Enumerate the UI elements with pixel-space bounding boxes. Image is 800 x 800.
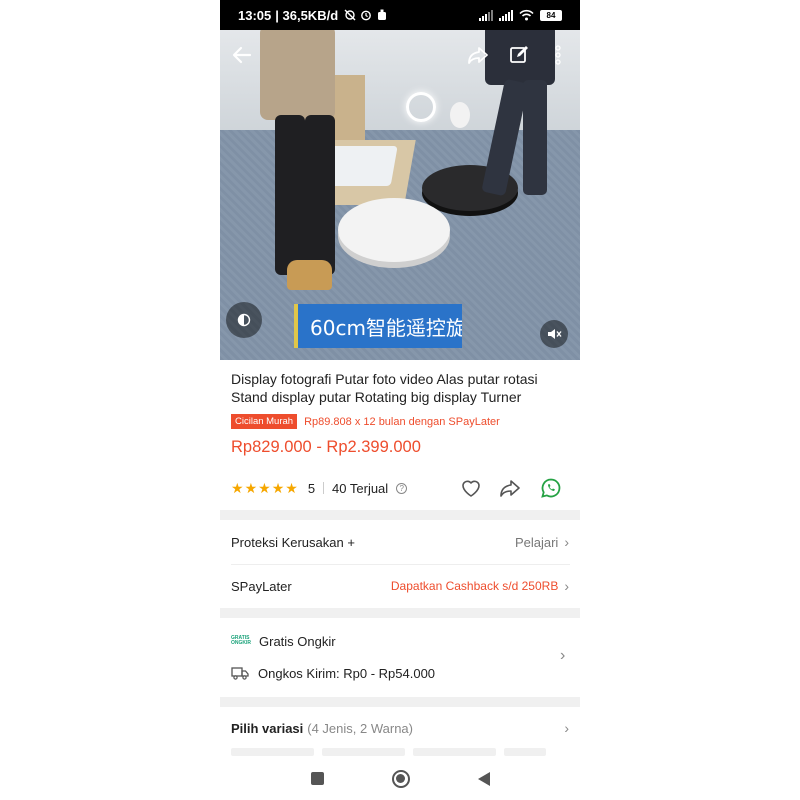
help-icon[interactable]: ? <box>396 482 408 494</box>
battery-icon: 84 <box>540 9 562 21</box>
spaylater-label: SPayLater <box>231 578 292 594</box>
free-shipping-label: Gratis Ongkir <box>259 633 336 649</box>
system-navigation-bar <box>220 757 580 800</box>
installment-promo[interactable]: Cicilan Murah Rp89.808 x 12 bulan dengan… <box>231 414 500 429</box>
signal-icon-2 <box>499 9 513 21</box>
chevron-right-icon: › <box>564 578 569 594</box>
edit-icon <box>510 46 528 63</box>
mute-button[interactable] <box>540 320 568 348</box>
more-button[interactable] <box>543 40 573 70</box>
section-gap <box>220 510 580 520</box>
variant-chips <box>231 748 546 756</box>
video-caption: 60cm智能遥控旋 <box>294 304 462 348</box>
protection-row[interactable]: Proteksi Kerusakan + Pelajari › <box>220 520 580 564</box>
chevron-right-icon[interactable]: › <box>560 647 565 665</box>
recent-apps-button[interactable] <box>310 772 324 785</box>
picture-in-picture-button[interactable] <box>226 302 262 338</box>
free-shipping-row[interactable]: GRATIS ONGKIR Gratis Ongkir <box>220 627 580 655</box>
spaylater-row[interactable]: SPayLater Dapatkan Cashback s/d 250RB › <box>220 565 580 607</box>
truck-icon <box>231 667 249 680</box>
app-notification-icon <box>378 9 387 20</box>
status-bar: 13:05 | 36,5KB/d 84 <box>220 0 580 30</box>
protection-label: Proteksi Kerusakan + <box>231 534 355 550</box>
rating-row: ★ ★ ★ ★ ★ 5 40 Terjual ? <box>231 476 571 500</box>
edit-button[interactable] <box>504 40 534 70</box>
arrow-left-icon <box>232 46 252 64</box>
product-price: Rp829.000 - Rp2.399.000 <box>231 438 421 456</box>
variant-detail: (4 Jenis, 2 Warna) <box>307 720 413 736</box>
video-lamp <box>450 102 470 128</box>
section-gap <box>220 697 580 707</box>
variant-row[interactable]: Pilih variasi (4 Jenis, 2 Warna) › <box>220 712 580 744</box>
section-gap <box>220 608 580 618</box>
variant-chip[interactable] <box>504 748 546 756</box>
network-speed: | 36,5KB/d <box>275 7 339 23</box>
status-time: 13:05 <box>238 7 272 23</box>
share-icon <box>468 47 488 64</box>
variant-label: Pilih variasi <box>231 720 304 736</box>
video-white-turntable <box>338 198 450 262</box>
share-product-button[interactable] <box>497 476 523 500</box>
video-ring-light <box>406 92 436 122</box>
home-button[interactable] <box>391 769 410 788</box>
back-button[interactable] <box>227 40 257 70</box>
share-button[interactable] <box>463 40 493 70</box>
spaylater-action[interactable]: Dapatkan Cashback s/d 250RB › <box>391 578 569 594</box>
variant-chip[interactable] <box>413 748 496 756</box>
sold-count: 40 Terjual <box>332 480 389 496</box>
chevron-right-icon: › <box>564 534 569 550</box>
video-person-left <box>255 30 340 325</box>
spaylater-cashback-label: Dapatkan Cashback s/d 250RB <box>390 579 559 593</box>
signal-icon <box>479 9 493 21</box>
promo-text: Rp89.808 x 12 bulan dengan SPayLater <box>304 415 500 428</box>
star-icon: ★ <box>231 479 244 496</box>
wifi-icon <box>519 9 534 21</box>
heart-icon <box>462 480 480 497</box>
back-nav-button[interactable] <box>477 771 490 786</box>
divider <box>323 482 325 494</box>
protection-action-label: Pelajari <box>514 534 559 550</box>
more-vertical-icon <box>555 45 561 65</box>
star-icon: ★ <box>285 479 298 496</box>
sync-off-icon <box>344 9 356 21</box>
rating-stars: ★ ★ ★ ★ ★ <box>231 480 298 497</box>
variant-chip[interactable] <box>231 748 314 756</box>
share-icon <box>500 480 520 497</box>
status-right: 84 <box>479 9 562 21</box>
whatsapp-share-button[interactable] <box>538 476 564 500</box>
star-icon: ★ <box>271 479 285 496</box>
alarm-icon <box>361 10 372 21</box>
contrast-icon <box>237 313 251 327</box>
promo-badge: Cicilan Murah <box>231 414 298 429</box>
star-icon: ★ <box>244 479 258 496</box>
speaker-muted-icon <box>548 329 562 339</box>
status-notification-icons <box>344 9 388 21</box>
shipping-cost-row[interactable]: Ongkos Kirim: Rp0 - Rp54.000 <box>220 659 580 687</box>
like-button[interactable] <box>458 476 484 500</box>
phone-screen: 13:05 | 36,5KB/d 84 60cm智能遥控旋 Display fo… <box>220 0 580 800</box>
chevron-right-icon: › <box>564 720 569 736</box>
rating-value: 5 <box>307 480 316 496</box>
star-icon: ★ <box>258 479 271 496</box>
free-shipping-logo: GRATIS ONGKIR <box>231 636 251 646</box>
protection-action[interactable]: Pelajari › <box>515 534 569 550</box>
product-title: Display fotografi Putar foto video Alas … <box>231 371 538 405</box>
variant-chip[interactable] <box>322 748 405 756</box>
shipping-cost: Ongkos Kirim: Rp0 - Rp54.000 <box>258 665 436 681</box>
product-video[interactable]: 60cm智能遥控旋 <box>220 30 580 360</box>
whatsapp-icon <box>541 478 561 498</box>
free-shipping-logo-line2: ONGKIR <box>231 640 251 646</box>
